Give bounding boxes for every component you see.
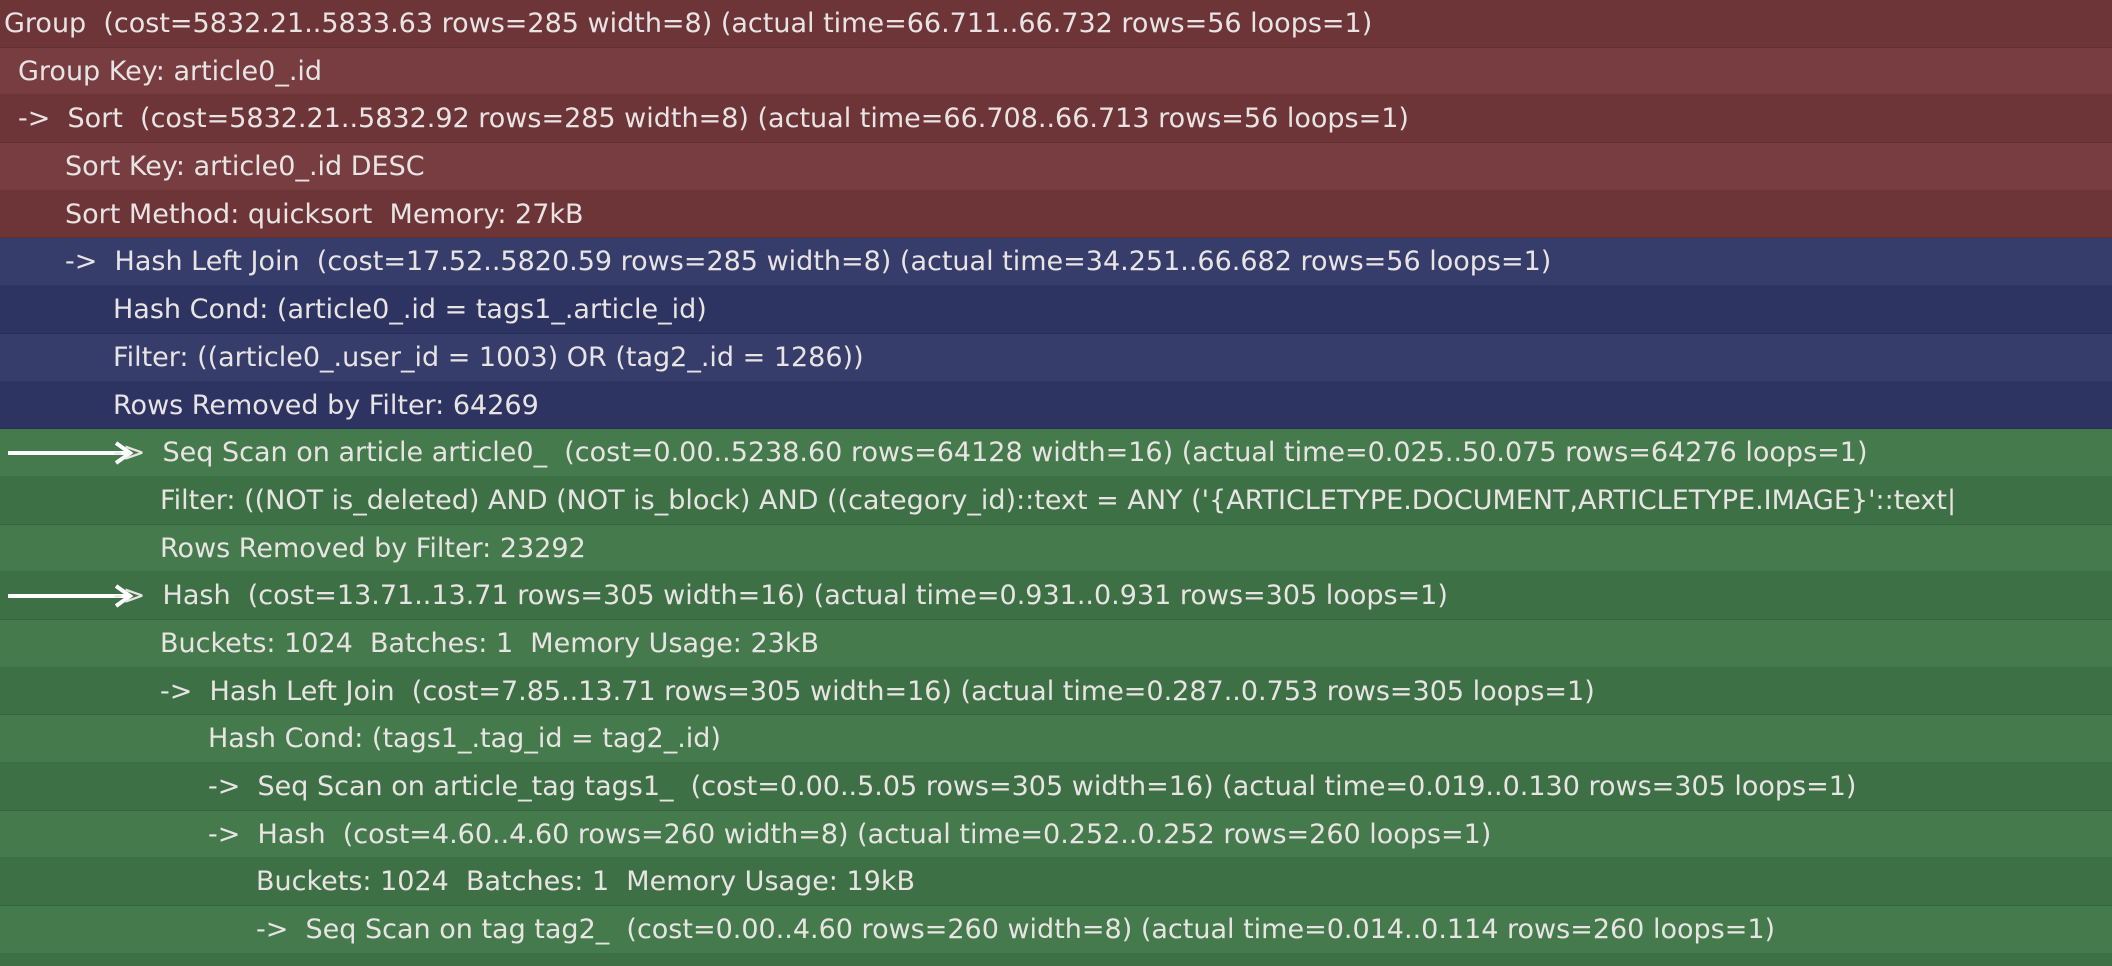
plan-line-text: Sort Method: quicksort Memory: 27kB bbox=[65, 198, 584, 230]
plan-line-text: Filter: ((article0_.user_id = 1003) OR (… bbox=[113, 341, 864, 373]
plan-line: -> Hash Left Join (cost=7.85..13.71 rows… bbox=[0, 667, 2112, 716]
plan-line: Sort Key: article0_.id DESC bbox=[0, 143, 2112, 191]
plan-line-text: Rows Removed by Filter: 23292 bbox=[160, 532, 586, 564]
query-plan-output: Group (cost=5832.21..5833.63 rows=285 wi… bbox=[0, 0, 2112, 966]
plan-line-text: Hash Cond: (article0_.id = tags1_.articl… bbox=[113, 294, 707, 326]
plan-line-text: Group (cost=5832.21..5833.63 rows=285 wi… bbox=[4, 8, 1373, 39]
plan-line-text: Group Key: article0_.id bbox=[18, 55, 323, 87]
plan-line: Buckets: 1024 Batches: 1 Memory Usage: 1… bbox=[0, 858, 2112, 907]
plan-line-text: -> Hash (cost=4.60..4.60 rows=260 width=… bbox=[208, 818, 1492, 850]
plan-line-text: -> Seq Scan on article article0_ (cost=0… bbox=[113, 437, 1868, 469]
plan-line: -> Seq Scan on article article0_ (cost=0… bbox=[0, 429, 2112, 477]
plan-line: Rows Removed by Filter: 64269 bbox=[0, 381, 2112, 430]
plan-line: -> Hash Left Join (cost=17.52..5820.59 r… bbox=[0, 238, 2112, 287]
plan-line: Hash Cond: (article0_.id = tags1_.articl… bbox=[0, 286, 2112, 334]
plan-line-text: -> Hash (cost=13.71..13.71 rows=305 widt… bbox=[113, 580, 1448, 612]
plan-line: Sort Method: quicksort Memory: 27kB bbox=[0, 190, 2112, 239]
plan-line: Group (cost=5832.21..5833.63 rows=285 wi… bbox=[0, 0, 2112, 48]
plan-line: Rows Removed by Filter: 23292 bbox=[0, 524, 2112, 573]
plan-line-text: Sort Key: article0_.id DESC bbox=[65, 151, 425, 183]
plan-line-text: Buckets: 1024 Batches: 1 Memory Usage: 2… bbox=[160, 627, 819, 659]
plan-line: -> Hash (cost=4.60..4.60 rows=260 width=… bbox=[0, 810, 2112, 859]
plan-line: Filter: ((article0_.user_id = 1003) OR (… bbox=[0, 333, 2112, 382]
plan-line: -> Seq Scan on article_tag tags1_ (cost=… bbox=[0, 763, 2112, 811]
plan-line-text: -> Sort (cost=5832.21..5832.92 rows=285 … bbox=[18, 103, 1409, 135]
plan-line-text: -> Hash Left Join (cost=7.85..13.71 rows… bbox=[160, 675, 1595, 707]
plan-line: -> Hash (cost=13.71..13.71 rows=305 widt… bbox=[0, 572, 2112, 620]
plan-line: -> Seq Scan on tag tag2_ (cost=0.00..4.6… bbox=[0, 906, 2112, 954]
plan-line: Filter: ((NOT is_deleted) AND (NOT is_bl… bbox=[0, 476, 2112, 525]
plan-line: Buckets: 1024 Batches: 1 Memory Usage: 2… bbox=[0, 619, 2112, 668]
plan-line: Hash Cond: (tags1_.tag_id = tag2_.id) bbox=[0, 715, 2112, 763]
plan-line-text: -> Hash Left Join (cost=17.52..5820.59 r… bbox=[65, 246, 1552, 278]
plan-line-text: Hash Cond: (tags1_.tag_id = tag2_.id) bbox=[208, 723, 721, 755]
plan-line: Group Key: article0_.id bbox=[0, 47, 2112, 96]
plan-line-text: -> Seq Scan on tag tag2_ (cost=0.00..4.6… bbox=[256, 914, 1776, 946]
plan-line-text: Filter: ((NOT is_deleted) AND (NOT is_bl… bbox=[160, 484, 1957, 516]
plan-line-text: Buckets: 1024 Batches: 1 Memory Usage: 1… bbox=[256, 866, 915, 898]
plan-line-text: Rows Removed by Filter: 64269 bbox=[113, 389, 539, 421]
plan-line: -> Sort (cost=5832.21..5832.92 rows=285 … bbox=[0, 95, 2112, 144]
plan-line-text: -> Seq Scan on article_tag tags1_ (cost=… bbox=[208, 771, 1857, 802]
